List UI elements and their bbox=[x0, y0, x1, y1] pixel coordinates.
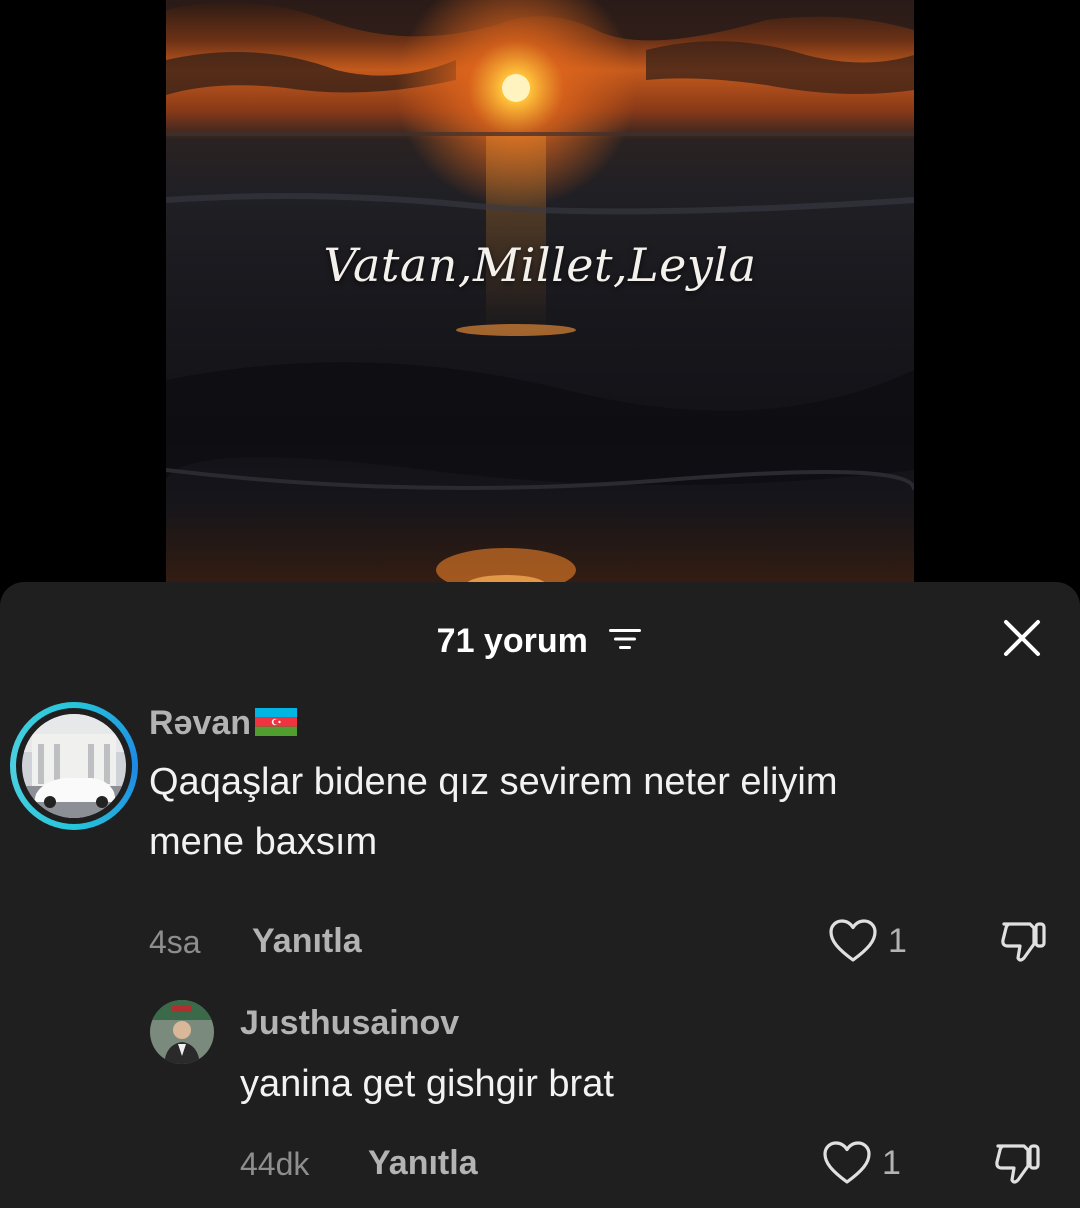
dislike-button[interactable] bbox=[990, 1136, 1044, 1190]
filter-icon[interactable] bbox=[607, 622, 643, 661]
like-count: 1 bbox=[882, 1144, 901, 1182]
avatar-story-ring[interactable] bbox=[10, 702, 138, 830]
dislike-button[interactable] bbox=[996, 914, 1050, 968]
comments-header: 71 yorum bbox=[0, 582, 1080, 698]
comment-text-line: yanina get gishgir brat bbox=[240, 1063, 614, 1105]
reply-comment-item: Justhusainov yanina get gishgir brat 44d… bbox=[0, 998, 1080, 1208]
like-button[interactable]: 1 bbox=[828, 916, 918, 968]
sunset-scene bbox=[166, 0, 914, 595]
video-caption: Vatan,Millet,Leyla bbox=[323, 238, 757, 292]
comment-item: Rəvan Qaqaşlar bidene qız sevirem neter … bbox=[0, 702, 1080, 1002]
close-icon bbox=[1004, 620, 1040, 656]
comment-text-line: Qaqaşlar bidene qız sevirem neter eliyim bbox=[149, 761, 838, 803]
avatar[interactable] bbox=[150, 1000, 214, 1064]
heart-icon bbox=[829, 919, 877, 962]
comment-text-line: mene baxsım bbox=[149, 821, 378, 863]
thumbs-down-icon bbox=[995, 1144, 1040, 1184]
comments-sheet: 71 yorum Rəvan Qaqaşlar bidene qız sevir… bbox=[0, 582, 1080, 1208]
video-player[interactable]: Vatan,Millet,Leyla bbox=[166, 0, 914, 600]
close-button[interactable] bbox=[1000, 616, 1044, 660]
thumbs-down-icon bbox=[1001, 922, 1046, 962]
heart-icon bbox=[823, 1141, 871, 1184]
comment-timestamp: 44dk bbox=[240, 1146, 310, 1182]
avatar bbox=[22, 714, 126, 818]
comment-timestamp: 4sa bbox=[149, 924, 201, 960]
azerbaijan-flag-icon bbox=[255, 706, 298, 745]
comment-username[interactable]: Justhusainov bbox=[240, 1004, 459, 1043]
like-button[interactable]: 1 bbox=[822, 1138, 912, 1190]
reply-button[interactable]: Yanıtla bbox=[252, 922, 362, 961]
reply-button[interactable]: Yanıtla bbox=[368, 1144, 478, 1183]
like-count: 1 bbox=[888, 922, 907, 960]
comments-count-title: 71 yorum bbox=[436, 621, 588, 660]
comment-username[interactable]: Rəvan bbox=[149, 704, 251, 742]
